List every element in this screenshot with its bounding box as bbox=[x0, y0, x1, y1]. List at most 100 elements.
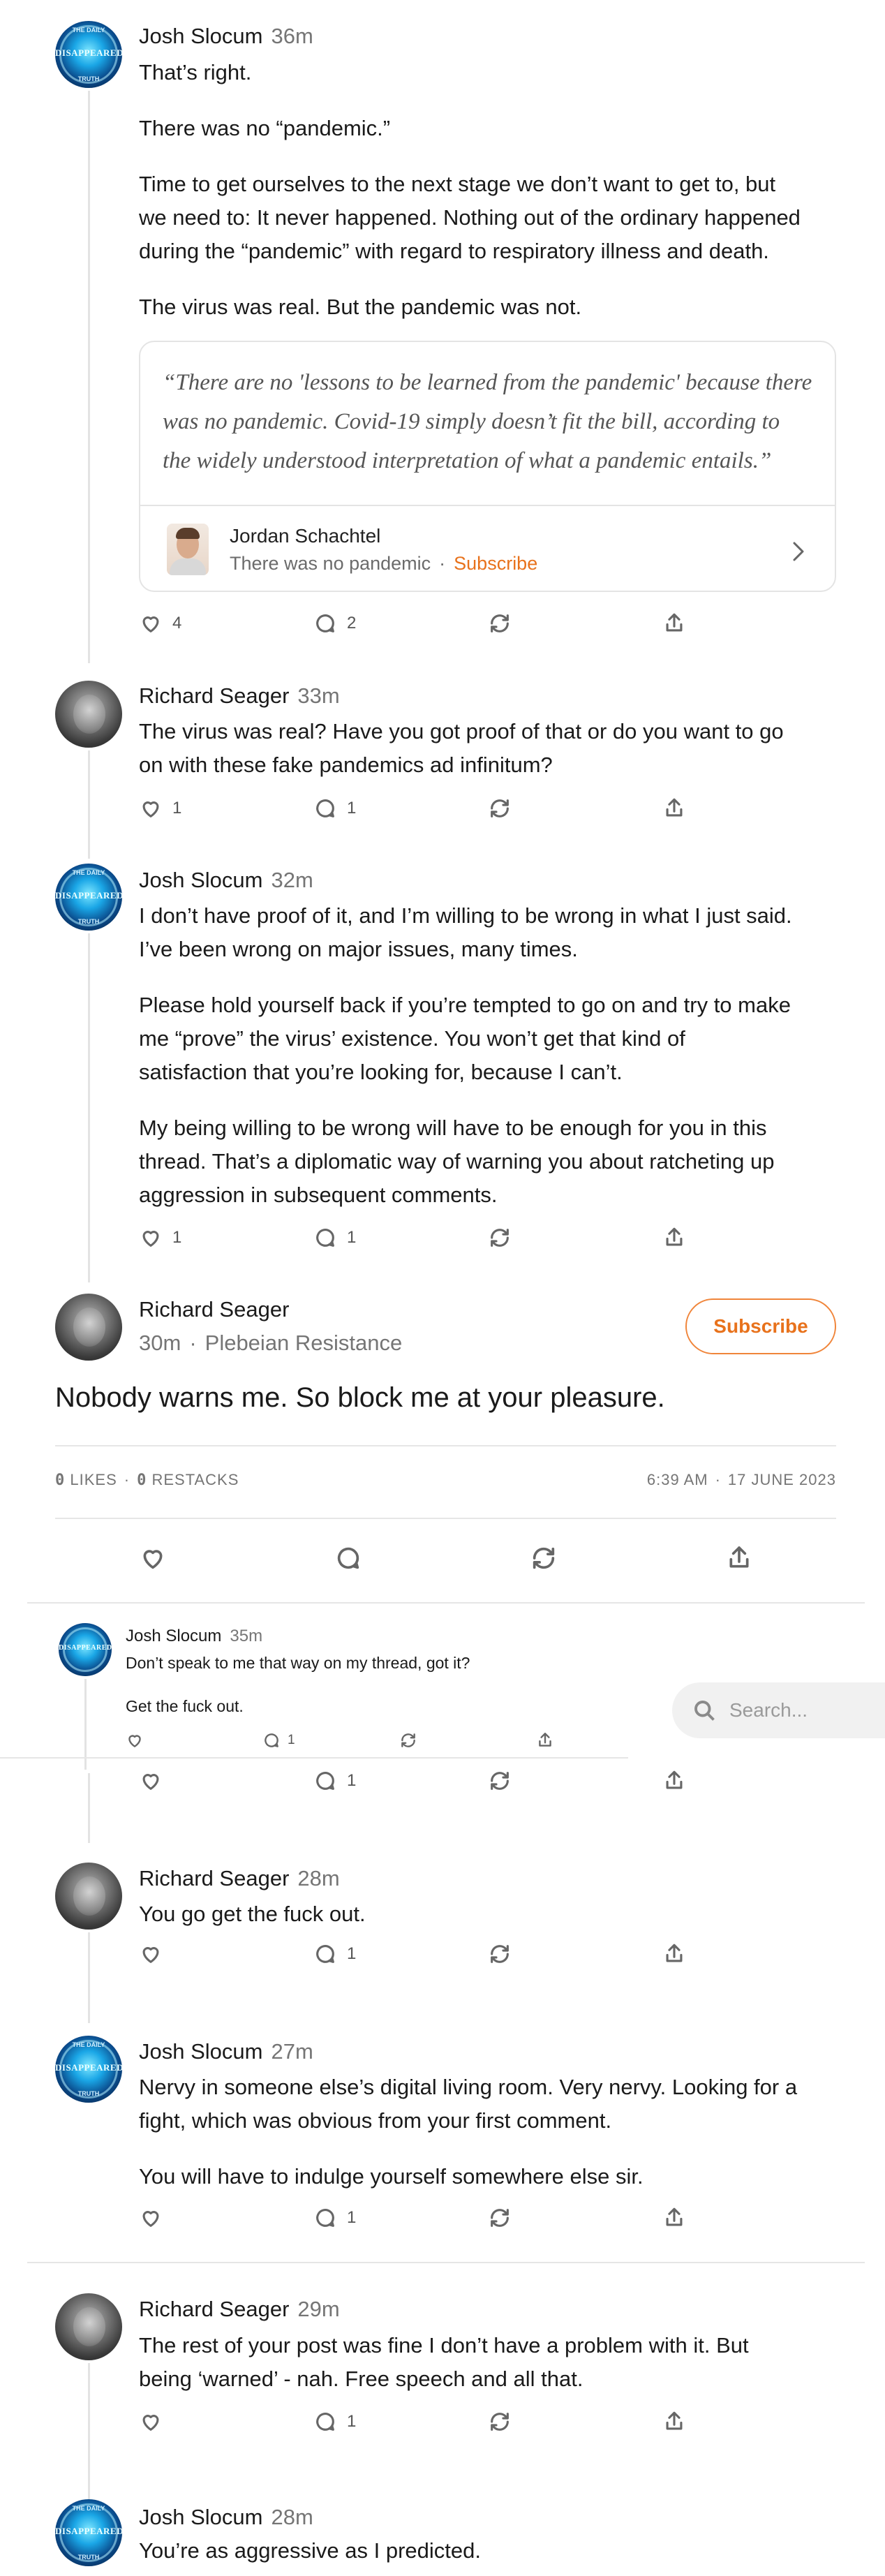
restack-button[interactable] bbox=[488, 2206, 512, 2230]
share-button[interactable] bbox=[662, 797, 686, 820]
comment-text: I don’t have proof of it, and I’m willin… bbox=[139, 903, 792, 928]
quote-embed-card[interactable]: “There are no 'lessons to be learned fro… bbox=[139, 341, 836, 592]
restack-button[interactable] bbox=[488, 1942, 512, 1966]
like-button[interactable]: 1 bbox=[139, 1226, 181, 1250]
restacks-count[interactable]: 0 bbox=[137, 1472, 147, 1489]
subscribe-button[interactable]: Subscribe bbox=[685, 1298, 836, 1354]
restack-button[interactable] bbox=[488, 797, 512, 820]
share-button[interactable] bbox=[536, 1731, 554, 1749]
reply-button[interactable]: 1 bbox=[313, 797, 356, 820]
share-button[interactable] bbox=[725, 1544, 753, 1572]
author-name[interactable]: Josh Slocum bbox=[126, 1627, 221, 1645]
comment-time[interactable]: 28m bbox=[297, 1866, 339, 1890]
share-icon bbox=[666, 1770, 683, 1789]
author-name[interactable]: Richard Seager bbox=[139, 683, 289, 708]
share-button[interactable] bbox=[662, 1226, 686, 1250]
share-button[interactable] bbox=[662, 2410, 686, 2434]
restack-button[interactable] bbox=[488, 1769, 512, 1793]
author-name[interactable]: Richard Seager bbox=[139, 2297, 289, 2321]
comment-time[interactable]: 27m bbox=[271, 2039, 313, 2064]
reply-button[interactable]: 1 bbox=[262, 1731, 295, 1749]
like-button[interactable] bbox=[139, 1942, 163, 1966]
like-button[interactable] bbox=[139, 2206, 163, 2230]
quote-subscribe-link[interactable]: Subscribe bbox=[454, 553, 537, 574]
comment-time[interactable]: 36m bbox=[271, 24, 313, 48]
like-button[interactable]: 1 bbox=[139, 797, 181, 820]
likes-count[interactable]: 0 bbox=[55, 1472, 65, 1489]
share-icon bbox=[666, 2207, 683, 2226]
comment-text: The virus was real. But the pandemic was… bbox=[139, 295, 582, 319]
avatar-josh-slocum[interactable]: THE DAILY DISAPPEARED TRUTH bbox=[55, 2036, 122, 2103]
reply-button[interactable]: 2 bbox=[313, 612, 356, 635]
restack-button[interactable] bbox=[488, 612, 512, 635]
like-button[interactable] bbox=[139, 1544, 167, 1572]
likes-label[interactable]: LIKES bbox=[70, 1471, 117, 1488]
share-icon bbox=[539, 1733, 551, 1747]
author-name[interactable]: Josh Slocum bbox=[139, 24, 262, 48]
heart-icon bbox=[142, 1947, 159, 1963]
comment-author[interactable]: Josh Slocum 32m bbox=[139, 868, 313, 893]
reply-button[interactable]: 1 bbox=[313, 1769, 356, 1793]
reply-button[interactable]: 1 bbox=[313, 2206, 356, 2230]
share-button[interactable] bbox=[662, 1769, 686, 1793]
focused-author[interactable]: Richard Seager bbox=[139, 1297, 289, 1322]
restack-button[interactable] bbox=[530, 1544, 558, 1572]
comment-time[interactable]: 28m bbox=[271, 2505, 313, 2529]
publication-name[interactable]: Plebeian Resistance bbox=[205, 1331, 403, 1355]
like-button[interactable] bbox=[139, 1769, 163, 1793]
reply-button[interactable]: 1 bbox=[313, 1226, 356, 1250]
avatar-josh-slocum[interactable]: THE DAILY DISAPPEARED TRUTH bbox=[55, 21, 122, 88]
like-button[interactable] bbox=[126, 1731, 144, 1749]
share-button[interactable] bbox=[662, 612, 686, 635]
like-button[interactable] bbox=[139, 2410, 163, 2434]
comment-actions: 4 2 bbox=[139, 612, 697, 639]
comment-text: thread. That’s a diplomatic way of warni… bbox=[139, 1149, 775, 1174]
restack-icon bbox=[533, 1547, 555, 1569]
restack-icon bbox=[491, 2209, 509, 2227]
restack-icon bbox=[491, 2413, 509, 2431]
restack-button[interactable] bbox=[488, 1226, 512, 1250]
like-count: 1 bbox=[172, 1228, 182, 1247]
avatar-richard-seager[interactable] bbox=[55, 1294, 122, 1361]
share-button[interactable] bbox=[662, 1942, 686, 1966]
comment-time[interactable]: 30m bbox=[139, 1331, 181, 1355]
restacks-label[interactable]: RESTACKS bbox=[151, 1471, 239, 1488]
author-name[interactable]: Richard Seager bbox=[139, 1866, 289, 1890]
comment-author[interactable]: Josh Slocum 36m bbox=[139, 24, 313, 49]
comment-time[interactable]: 33m bbox=[297, 683, 339, 708]
avatar-josh-slocum[interactable]: THE DAILY DISAPPEARED TRUTH bbox=[55, 864, 122, 931]
comment-author[interactable]: Richard Seager 29m bbox=[139, 2297, 340, 2322]
reply-count: 1 bbox=[347, 1771, 357, 1790]
author-name[interactable]: Josh Slocum bbox=[139, 2039, 262, 2064]
avatar-josh-slocum[interactable]: THE DAILY DISAPPEARED TRUTH bbox=[55, 2499, 122, 2566]
like-button[interactable]: 4 bbox=[139, 612, 181, 635]
comment-text: You go get the fuck out. bbox=[139, 1902, 366, 1926]
avatar-josh-slocum[interactable]: DISAPPEARED bbox=[59, 1623, 112, 1676]
avatar-richard-seager[interactable] bbox=[55, 1863, 122, 1930]
comment-time[interactable]: 35m bbox=[230, 1627, 262, 1645]
reply-button[interactable]: 1 bbox=[313, 1942, 356, 1966]
restack-button[interactable] bbox=[488, 2410, 512, 2434]
comment-author[interactable]: Josh Slocum 28m bbox=[139, 2505, 313, 2530]
focused-actions bbox=[139, 1544, 767, 1572]
avatar-richard-seager[interactable] bbox=[55, 2293, 122, 2360]
avatar-richard-seager[interactable] bbox=[55, 681, 122, 748]
reply-button[interactable]: 1 bbox=[313, 2410, 356, 2434]
search-bar[interactable]: Search... bbox=[672, 1682, 885, 1738]
author-name[interactable]: Josh Slocum bbox=[139, 868, 262, 892]
comment-author[interactable]: Richard Seager 28m bbox=[139, 1866, 340, 1891]
reply-button[interactable] bbox=[334, 1544, 362, 1572]
restack-button[interactable] bbox=[399, 1731, 417, 1749]
comment-author[interactable]: Josh Slocum 27m bbox=[139, 2039, 313, 2064]
share-button[interactable] bbox=[662, 2206, 686, 2230]
comment-time[interactable]: 32m bbox=[271, 868, 313, 892]
comment-author[interactable]: Josh Slocum 35m bbox=[126, 1627, 262, 1646]
comment-time[interactable]: 29m bbox=[297, 2297, 339, 2321]
author-name[interactable]: Josh Slocum bbox=[139, 2505, 262, 2529]
comment-author[interactable]: Richard Seager 33m bbox=[139, 683, 340, 709]
like-count: 4 bbox=[172, 614, 182, 632]
chevron-right-icon[interactable] bbox=[790, 538, 807, 565]
comment-icon bbox=[316, 1229, 334, 1247]
thread-line bbox=[84, 1679, 87, 1770]
restack-icon bbox=[491, 799, 509, 817]
